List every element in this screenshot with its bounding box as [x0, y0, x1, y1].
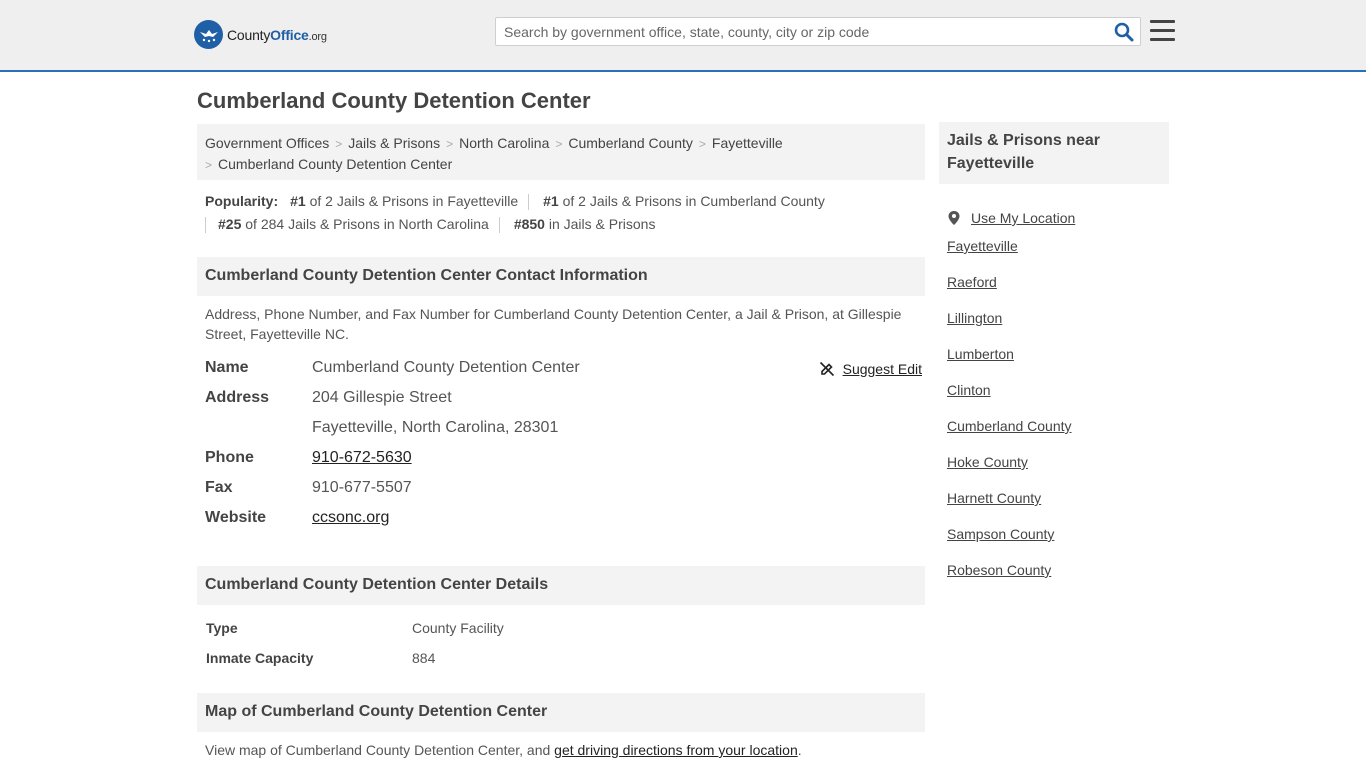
popularity-ranks: Popularity: #1 of 2 Jails & Prisons in Fa…	[205, 190, 925, 236]
info-row-address: Address 204 Gillespie Street	[205, 386, 925, 416]
contact-heading: Cumberland County Detention Center Conta…	[197, 257, 925, 296]
use-my-location-link[interactable]: Use My Location	[971, 210, 1075, 226]
breadcrumb-government-offices[interactable]: Government Offices	[205, 135, 329, 151]
divider	[498, 217, 500, 234]
eagle-seal-icon	[194, 20, 223, 49]
map-heading: Map of Cumberland County Detention Cente…	[197, 693, 925, 732]
breadcrumb-fayetteville[interactable]: Fayetteville	[712, 135, 783, 151]
breadcrumb-cumberland-county[interactable]: Cumberland County	[568, 135, 693, 151]
popularity-label: Popularity:	[205, 193, 279, 209]
logo-text-office: Office	[270, 26, 309, 43]
website-link[interactable]: ccsonc.org	[312, 509, 389, 526]
search-icon	[1114, 22, 1134, 42]
info-row-fax: Fax 910-677-5507	[205, 476, 925, 506]
driving-directions-link[interactable]: get driving directions from your locatio…	[554, 742, 798, 758]
sidebar-nearby-list: Use My Location Fayetteville Raeford Lil…	[947, 200, 1167, 596]
name-label: Name	[205, 359, 249, 376]
sidebar-link-sampson-county[interactable]: Sampson County	[947, 526, 1054, 542]
info-row-name: Name Cumberland County Detention Center …	[205, 356, 925, 386]
hamburger-menu-icon[interactable]	[1150, 20, 1175, 42]
sidebar-link-lillington[interactable]: Lillington	[947, 310, 1002, 326]
details-row: Type County Facility	[206, 618, 906, 648]
info-row-phone: Phone 910-672-5630	[205, 446, 925, 476]
logo-text-county: County	[227, 26, 271, 43]
search-box	[495, 17, 1141, 46]
top-header: CountyOffice.org	[0, 0, 1366, 72]
sidebar-link-lumberton[interactable]: Lumberton	[947, 346, 1014, 362]
chevron-right-icon: >	[698, 137, 706, 151]
breadcrumb-current: Cumberland County Detention Center	[218, 156, 453, 172]
chevron-right-icon: >	[446, 137, 454, 151]
name-value: Cumberland County Detention Center	[312, 359, 580, 376]
use-location: Use My Location	[947, 200, 1167, 236]
capacity-label: Inmate Capacity	[206, 650, 314, 666]
info-row-website: Website ccsonc.org	[205, 506, 925, 536]
address-label: Address	[205, 389, 270, 406]
phone-label: Phone	[205, 449, 254, 466]
chevron-right-icon: >	[205, 158, 213, 172]
address-line1: 204 Gillespie Street	[312, 389, 452, 406]
popularity-rank-county: #1 of 2 Jails & Prisons in Cumberland Co…	[543, 193, 825, 209]
popularity-rank-state: #25 of 284 Jails & Prisons in North Caro…	[218, 216, 489, 232]
website-label: Website	[205, 509, 267, 526]
search-button[interactable]	[1114, 22, 1134, 42]
fax-label: Fax	[205, 479, 233, 496]
site-logo[interactable]: CountyOffice.org	[194, 20, 327, 49]
breadcrumb-north-carolina[interactable]: North Carolina	[459, 135, 549, 151]
map-description: View map of Cumberland County Detention …	[205, 742, 802, 758]
capacity-value: 884	[412, 650, 436, 666]
contact-description: Address, Phone Number, and Fax Number fo…	[205, 306, 902, 342]
popularity-rank-city: #1 of 2 Jails & Prisons in Fayetteville	[290, 193, 519, 209]
details-table: Type County Facility Inmate Capacity 884	[206, 618, 906, 678]
edit-off-icon	[819, 361, 834, 377]
chevron-right-icon: >	[555, 137, 563, 151]
phone-link[interactable]: 910-672-5630	[312, 449, 412, 466]
sidebar-link-raeford[interactable]: Raeford	[947, 274, 997, 290]
search-input[interactable]	[496, 18, 1096, 45]
popularity-rank-national: #850 in Jails & Prisons	[513, 216, 656, 232]
divider	[205, 217, 206, 234]
fax-value: 910-677-5507	[312, 479, 412, 496]
chevron-right-icon: >	[335, 137, 343, 151]
sidebar-heading: Jails & Prisons near Fayetteville	[939, 122, 1169, 184]
breadcrumb-jails-prisons[interactable]: Jails & Prisons	[348, 135, 440, 151]
map-pin-icon	[948, 211, 960, 225]
details-heading: Cumberland County Detention Center Detai…	[197, 566, 925, 605]
address-line2: Fayetteville, North Carolina, 28301	[312, 419, 559, 436]
details-row: Inmate Capacity 884	[206, 648, 906, 678]
sidebar-link-fayetteville[interactable]: Fayetteville	[947, 238, 1018, 254]
suggest-edit: Suggest Edit	[819, 357, 922, 381]
type-value: County Facility	[412, 620, 504, 636]
breadcrumb: Government Offices > Jails & Prisons > North…	[197, 124, 925, 180]
suggest-edit-link[interactable]: Suggest Edit	[843, 357, 922, 381]
sidebar-link-clinton[interactable]: Clinton	[947, 382, 991, 398]
sidebar-link-cumberland-county[interactable]: Cumberland County	[947, 418, 1072, 434]
logo-text-org: .org	[308, 30, 327, 43]
sidebar-link-robeson-county[interactable]: Robeson County	[947, 562, 1051, 578]
sidebar-link-harnett-county[interactable]: Harnett County	[947, 490, 1041, 506]
contact-info: Name Cumberland County Detention Center …	[205, 356, 925, 536]
sidebar-link-hoke-county[interactable]: Hoke County	[947, 454, 1028, 470]
divider	[528, 194, 530, 211]
logo-wordmark: CountyOffice.org	[227, 27, 327, 43]
info-row-address2: Fayetteville, North Carolina, 28301	[205, 416, 925, 446]
type-label: Type	[206, 620, 238, 636]
page-title: Cumberland County Detention Center	[197, 88, 591, 113]
